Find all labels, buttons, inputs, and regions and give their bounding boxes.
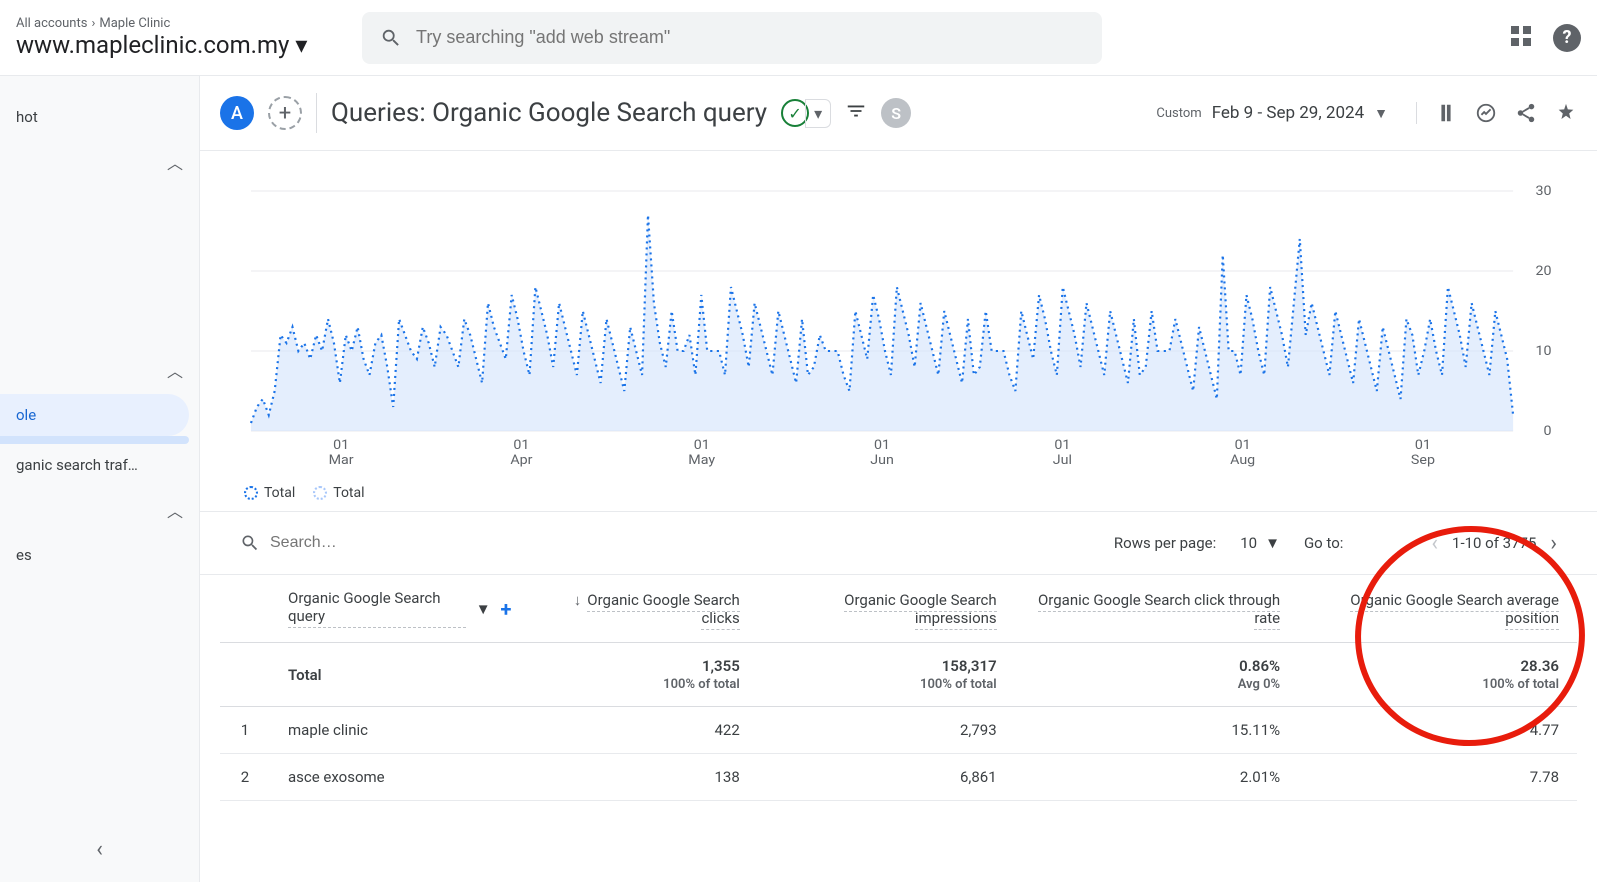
next-page-button[interactable]: ›	[1550, 531, 1557, 556]
nav-collapse-button[interactable]: ‹	[96, 837, 103, 862]
breadcrumb: All accounts › Maple Clinic	[16, 16, 356, 31]
svg-text:01: 01	[694, 438, 710, 453]
legend-dot-icon	[313, 486, 327, 500]
property-url: www.mapleclinic.com.my	[16, 31, 289, 59]
chevron-up-icon: ︿	[167, 150, 183, 174]
svg-text:01: 01	[1415, 438, 1431, 453]
breadcrumb-property: Maple Clinic	[99, 16, 170, 31]
legend-item-total-2[interactable]: Total	[313, 485, 364, 501]
svg-text:0: 0	[1543, 424, 1551, 439]
svg-text:May: May	[688, 453, 715, 468]
rows-per-page-label: Rows per page:	[1114, 534, 1216, 552]
svg-text:Sep: Sep	[1411, 453, 1435, 468]
search-input[interactable]	[416, 27, 1084, 48]
svg-text:01: 01	[874, 438, 890, 453]
dimension-header[interactable]: Organic Google Search query	[288, 589, 466, 628]
rows-per-page-select[interactable]: 10 ▼	[1230, 528, 1290, 558]
caret-down-icon: ▼	[1265, 534, 1280, 552]
svg-text:01: 01	[1235, 438, 1251, 453]
add-dimension-button[interactable]: +	[501, 597, 512, 621]
insights-icon[interactable]	[1555, 102, 1577, 124]
goto-label: Go to:	[1304, 534, 1343, 552]
share-icon[interactable]	[1515, 102, 1537, 124]
nav-item-queries[interactable]	[0, 436, 189, 444]
trend-icon[interactable]	[1475, 102, 1497, 124]
col-impressions[interactable]: Organic Google Search impressions	[844, 591, 997, 630]
date-custom-label: Custom	[1156, 106, 1201, 121]
breadcrumb-root: All accounts	[16, 16, 87, 31]
left-nav: hot ︿ ︿ ole ganic search traf… ︿ es ‹	[0, 76, 200, 882]
prev-page-button[interactable]: ‹	[1431, 531, 1438, 556]
search-box[interactable]	[362, 12, 1102, 64]
col-position[interactable]: Organic Google Search average position	[1350, 591, 1559, 630]
report-title: Queries: Organic Google Search query	[331, 98, 767, 128]
legend-item-total-1[interactable]: Total	[244, 485, 295, 501]
svg-text:01: 01	[513, 438, 529, 453]
caret-down-icon[interactable]: ▼	[1374, 105, 1388, 122]
svg-text:Aug: Aug	[1230, 453, 1255, 468]
query-cell: asce exosome	[270, 754, 529, 801]
apps-icon[interactable]	[1511, 26, 1535, 50]
add-segment-button[interactable]: +	[268, 96, 302, 130]
total-label: Total	[270, 643, 529, 707]
pagination: ‹ 1-10 of 3775 ›	[1431, 531, 1557, 556]
legend-dot-icon	[244, 486, 258, 500]
search-icon	[380, 27, 402, 49]
filter-icon[interactable]	[845, 100, 867, 126]
nav-item-console[interactable]: ole	[0, 394, 189, 436]
chevron-up-icon: ︿	[167, 498, 183, 522]
search-icon	[240, 533, 260, 553]
table-row[interactable]: 1 maple clinic 422 2,793 15.11% 4.77	[220, 707, 1577, 754]
caret-down-icon: ▾	[295, 31, 307, 59]
property-selector[interactable]: All accounts › Maple Clinic www.maplecli…	[16, 16, 356, 59]
svg-text:01: 01	[333, 438, 349, 453]
totals-row: Total 1,355100% of total 158,317100% of …	[220, 643, 1577, 707]
caret-down-icon[interactable]: ▼	[476, 600, 491, 618]
sort-arrow-icon[interactable]: ↓	[574, 591, 582, 609]
chart-area: 010203001Mar01Apr01May01Jun01Jul01Aug01S…	[200, 151, 1597, 511]
segment-chip-s[interactable]: S	[881, 98, 911, 128]
svg-text:10: 10	[1535, 344, 1551, 359]
table-search-input[interactable]	[270, 534, 477, 552]
line-chart: 010203001Mar01Apr01May01Jun01Jul01Aug01S…	[240, 181, 1557, 481]
svg-text:30: 30	[1535, 184, 1551, 199]
status-dropdown[interactable]: ▾	[805, 99, 831, 128]
nav-item-pages[interactable]: es	[0, 534, 199, 576]
svg-text:Mar: Mar	[329, 453, 354, 468]
nav-item-organic-traffic[interactable]: ganic search traf…	[0, 444, 199, 486]
help-icon[interactable]: ?	[1553, 24, 1581, 52]
query-cell: maple clinic	[270, 707, 529, 754]
table-search[interactable]	[240, 533, 1100, 553]
table-row[interactable]: 2 asce exosome 138 6,861 2.01% 7.78	[220, 754, 1577, 801]
svg-text:01: 01	[1054, 438, 1070, 453]
svg-text:Jul: Jul	[1053, 453, 1072, 468]
queries-table: Organic Google Search query ▼ + ↓ Organic…	[220, 575, 1577, 801]
divider	[316, 93, 317, 133]
segment-avatar-a[interactable]: A	[220, 96, 254, 130]
svg-text:Jun: Jun	[870, 453, 894, 468]
svg-text:Apr: Apr	[510, 453, 533, 468]
compare-icon[interactable]	[1435, 102, 1457, 124]
chevron-up-icon: ︿	[167, 358, 183, 382]
col-clicks[interactable]: Organic Google Search clicks	[587, 591, 740, 630]
chevron-right-icon: ›	[91, 16, 95, 31]
svg-text:20: 20	[1535, 264, 1551, 279]
nav-group-collapse-2[interactable]: ︿	[0, 346, 199, 394]
nav-item-snapshot[interactable]: hot	[0, 96, 199, 138]
nav-group-collapse-1[interactable]: ︿	[0, 138, 199, 186]
nav-group-collapse-3[interactable]: ︿	[0, 486, 199, 534]
date-range[interactable]: Feb 9 - Sep 29, 2024	[1212, 103, 1364, 123]
col-ctr[interactable]: Organic Google Search click through rate	[1038, 591, 1280, 630]
chart-legend: Total Total	[240, 485, 1557, 501]
page-info: 1-10 of 3775	[1452, 534, 1536, 552]
